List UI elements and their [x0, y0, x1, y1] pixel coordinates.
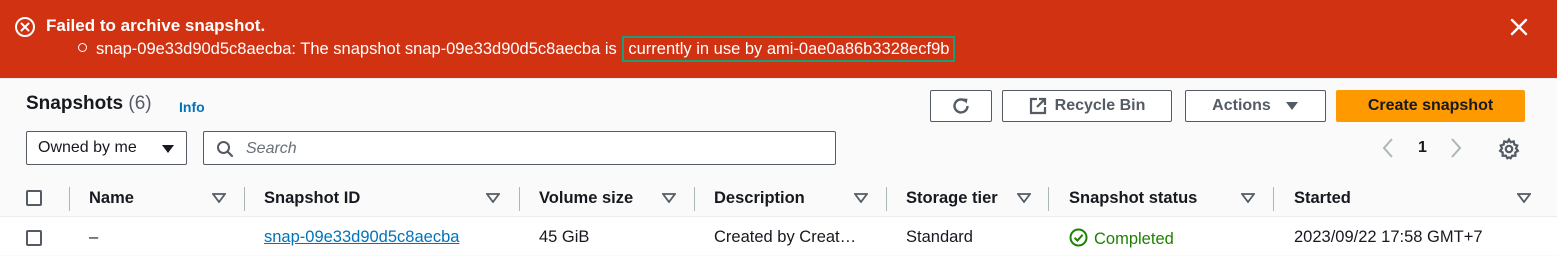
banner-message-highlight: currently in use by ami-0ae0a86b3328ecf9…: [622, 36, 956, 62]
column-header-snapshot-id[interactable]: Snapshot ID: [264, 189, 360, 208]
cell-snapshot-id-link[interactable]: snap-09e33d90d5c8aecba: [264, 228, 459, 247]
column-header-volume-size[interactable]: Volume size: [539, 189, 633, 208]
actions-label: Actions: [1212, 97, 1271, 114]
sort-caret-icon[interactable]: [1517, 193, 1531, 203]
recycle-bin-label: Recycle Bin: [1054, 97, 1146, 114]
column-header-storage-tier[interactable]: Storage tier: [906, 189, 998, 208]
cell-name: –: [89, 228, 99, 246]
gear-icon[interactable]: [1497, 137, 1521, 161]
search-box[interactable]: [203, 131, 836, 165]
cell-snapshot-status: Completed: [1069, 228, 1174, 249]
row-checkbox[interactable]: [26, 230, 42, 246]
ownership-filter-value: Owned by me: [38, 139, 137, 156]
column-header-name[interactable]: Name: [89, 189, 134, 208]
column-divider: [886, 187, 887, 211]
status-text: Completed: [1094, 230, 1174, 248]
sort-caret-icon[interactable]: [662, 193, 676, 203]
banner-message-text: snap-09e33d90d5c8aecba: The snapshot sna…: [96, 40, 617, 58]
error-circle-x-icon: [15, 17, 35, 37]
sort-caret-icon[interactable]: [1017, 193, 1031, 203]
cell-description: Created by Creat…: [714, 228, 857, 246]
actions-dropdown-button[interactable]: Actions: [1185, 90, 1326, 122]
check-circle-icon: [1069, 228, 1088, 247]
cell-volume-size: 45 GiB: [539, 228, 590, 246]
caret-down-icon: [1285, 102, 1298, 110]
pagination-current-page[interactable]: 1: [1418, 139, 1427, 157]
column-header-started[interactable]: Started: [1294, 189, 1351, 208]
chevron-left-icon[interactable]: [1381, 137, 1395, 159]
column-divider: [1048, 187, 1049, 211]
column-divider: [69, 187, 70, 211]
chevron-right-icon[interactable]: [1449, 137, 1463, 159]
external-link-icon: [1029, 97, 1046, 115]
bullet-icon: [78, 43, 87, 52]
close-x-icon[interactable]: [1506, 14, 1532, 40]
cell-started: 2023/09/22 17:58 GMT+7: [1294, 228, 1483, 246]
page-title: Snapshots (6): [26, 93, 152, 115]
column-divider: [1273, 187, 1274, 211]
column-header-description[interactable]: Description: [714, 189, 805, 208]
search-input[interactable]: [244, 136, 828, 162]
sort-caret-icon[interactable]: [1241, 193, 1255, 203]
page-title-text: Snapshots: [26, 93, 124, 114]
sort-caret-icon[interactable]: [212, 193, 226, 203]
refresh-button[interactable]: [930, 90, 992, 122]
column-divider: [519, 187, 520, 211]
table-header: Name Snapshot ID Volume size Description…: [0, 180, 1557, 217]
info-link[interactable]: Info: [179, 99, 205, 115]
column-header-snapshot-status[interactable]: Snapshot status: [1069, 189, 1197, 208]
column-divider: [244, 187, 245, 211]
snapshot-count: (6): [128, 93, 152, 114]
create-snapshot-label: Create snapshot: [1367, 97, 1494, 114]
column-divider: [694, 187, 695, 211]
caret-down-icon: [162, 145, 174, 153]
refresh-icon: [953, 98, 969, 114]
banner-title: Failed to archive snapshot.: [46, 16, 266, 35]
create-snapshot-button[interactable]: Create snapshot: [1336, 90, 1525, 122]
cell-storage-tier: Standard: [906, 228, 973, 246]
recycle-bin-button[interactable]: Recycle Bin: [1002, 90, 1172, 122]
ownership-filter-select[interactable]: Owned by me: [26, 131, 187, 165]
sort-caret-icon[interactable]: [486, 193, 500, 203]
select-all-checkbox[interactable]: [26, 190, 42, 206]
sort-caret-icon[interactable]: [854, 193, 868, 203]
error-banner: Failed to archive snapshot. snap-09e33d9…: [0, 0, 1557, 78]
search-icon: [217, 141, 234, 158]
table-row[interactable]: – snap-09e33d90d5c8aecba 45 GiB Created …: [0, 217, 1557, 255]
banner-message: snap-09e33d90d5c8aecba: The snapshot sna…: [78, 36, 956, 62]
